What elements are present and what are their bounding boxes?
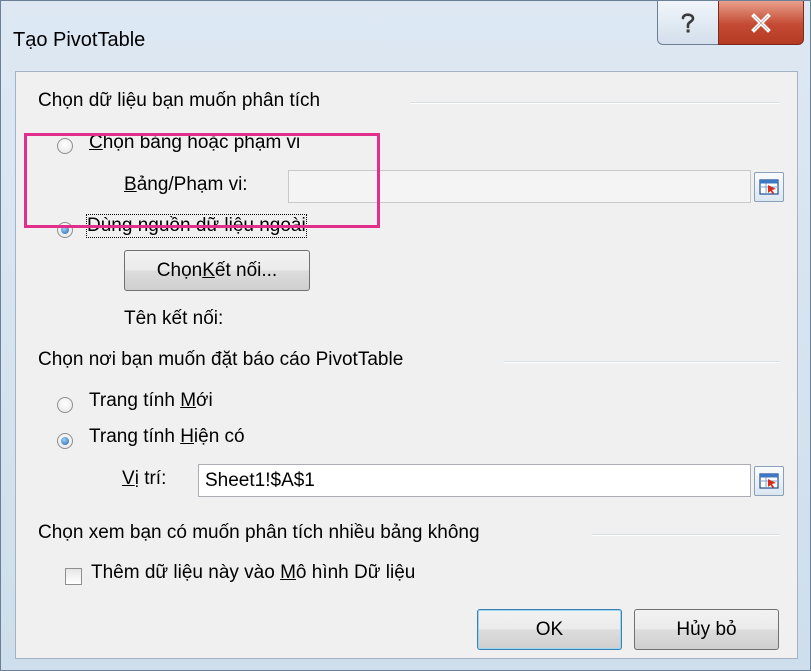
- add-to-data-model-label[interactable]: Thêm dữ liệu này vào Mô hình Dữ liệu: [91, 562, 415, 584]
- radio-existing-worksheet[interactable]: [57, 433, 73, 449]
- group-divider: [504, 361, 780, 363]
- section-multiple-tables-label: Chọn xem bạn có muốn phân tích nhiều bản…: [38, 522, 480, 543]
- close-icon: [751, 12, 771, 33]
- section-choose-data-label: Chọn dữ liệu bạn muốn phân tích: [38, 90, 321, 111]
- section-report-location-label: Chọn nơi bạn muốn đặt báo cáo PivotTable: [38, 349, 404, 370]
- location-input[interactable]: Sheet1!$A$1: [198, 464, 751, 497]
- table-range-collapse-button[interactable]: [754, 172, 784, 202]
- help-button[interactable]: [657, 1, 719, 45]
- location-label: Vị trí:: [122, 468, 167, 489]
- help-icon: [681, 12, 695, 32]
- range-selector-icon: [759, 179, 779, 195]
- range-selector-icon: [759, 473, 779, 489]
- choose-connection-button[interactable]: Chọn Kết nối...: [124, 250, 310, 291]
- cancel-button[interactable]: Hủy bỏ: [634, 609, 779, 650]
- close-button[interactable]: [718, 1, 804, 45]
- create-pivottable-dialog: Tạo PivotTable Chọn dữ liệu bạn muốn phâ…: [0, 0, 811, 671]
- radio-new-worksheet-label[interactable]: Trang tính Mới: [89, 390, 213, 412]
- title-bar: Tạo PivotTable: [1, 1, 810, 71]
- group-divider: [410, 102, 780, 104]
- group-divider: [592, 534, 780, 536]
- location-collapse-button[interactable]: [754, 466, 784, 496]
- add-to-data-model-checkbox[interactable]: [65, 568, 82, 585]
- connection-name-label: Tên kết nối:: [124, 308, 224, 329]
- ok-button[interactable]: OK: [477, 609, 622, 650]
- highlight-annotation: [24, 133, 380, 228]
- radio-new-worksheet[interactable]: [57, 397, 73, 413]
- dialog-title: Tạo PivotTable: [13, 29, 146, 51]
- radio-existing-worksheet-label[interactable]: Trang tính Hiện có: [89, 426, 245, 448]
